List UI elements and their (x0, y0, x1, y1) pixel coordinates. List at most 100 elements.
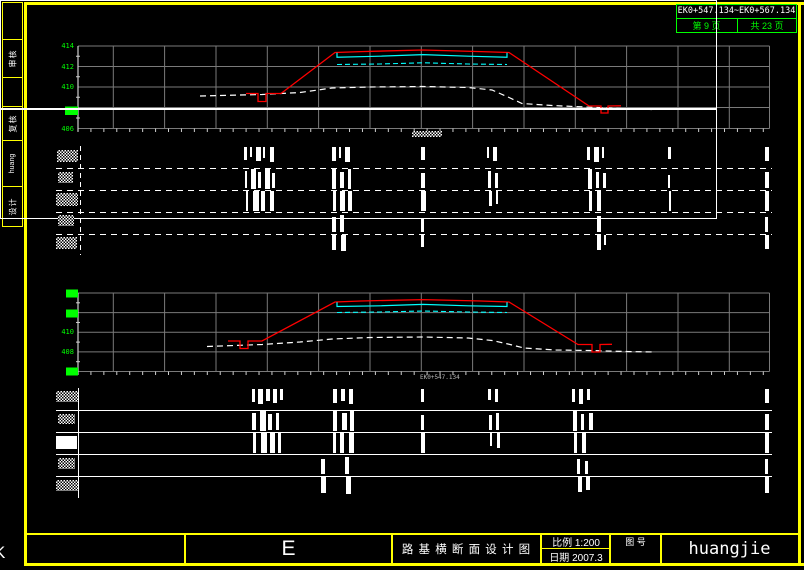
table-value-mark (332, 169, 336, 189)
table-value-mark (488, 171, 491, 189)
table-value-mark (421, 389, 424, 402)
table-value-mark (597, 235, 601, 251)
table-value-mark (332, 217, 336, 233)
table-row-separator (56, 212, 773, 213)
table-value-mark (574, 433, 577, 453)
table-value-mark (253, 191, 259, 211)
table-value-mark (586, 477, 590, 490)
table-value-mark (333, 191, 336, 211)
table-value-mark (597, 191, 601, 211)
table-value-mark (585, 461, 588, 474)
table-value-mark (765, 172, 769, 189)
table-value-mark (765, 433, 769, 453)
table-value-mark (250, 147, 252, 157)
table-value-mark (244, 147, 247, 160)
cad-drawing-page: 审核 复核 huang 设计 EK0+547.134~EK0+567.134 第… (0, 0, 804, 570)
table-value-mark (339, 147, 341, 158)
table-value-mark (589, 191, 592, 211)
table-value-mark (345, 457, 349, 475)
table-value-mark (579, 389, 583, 405)
table-value-mark (245, 171, 247, 189)
table-value-mark (490, 433, 492, 446)
table-value-mark (265, 169, 270, 189)
table-row-label (56, 480, 78, 491)
table-border-section-data-lower (0, 109, 717, 219)
table-row-separator (56, 234, 773, 235)
table-value-mark (350, 411, 354, 431)
table-row-label (56, 193, 78, 206)
table-value-mark (270, 147, 274, 163)
table-value-mark (577, 459, 580, 475)
table-value-mark (253, 433, 256, 453)
table-value-mark (252, 389, 255, 402)
table-value-mark (765, 477, 769, 494)
table-value-mark (604, 235, 606, 246)
table-value-mark (597, 216, 601, 233)
table-value-mark (256, 147, 261, 162)
table-value-mark (489, 191, 492, 207)
table-value-mark (261, 433, 267, 453)
table-value-mark (321, 477, 326, 494)
table-value-mark (258, 389, 263, 405)
table-value-mark (270, 191, 274, 211)
table-value-mark (349, 389, 353, 405)
table-value-mark (497, 433, 500, 449)
table-value-mark (332, 235, 336, 251)
table-value-mark (594, 147, 599, 163)
table-value-mark (258, 172, 261, 189)
table-value-mark (270, 433, 275, 453)
table-value-mark (280, 389, 283, 400)
table-value-mark (596, 172, 599, 189)
table-value-mark (421, 433, 425, 453)
table-value-mark (348, 191, 352, 211)
table-value-mark (340, 215, 344, 233)
table-value-mark (421, 147, 425, 160)
table-row-label (58, 215, 74, 226)
table-value-mark (495, 173, 498, 189)
table-value-mark (489, 415, 492, 431)
table-value-mark (421, 219, 424, 232)
table-value-mark (276, 413, 279, 431)
table-value-mark (495, 389, 498, 402)
table-value-mark (589, 413, 593, 431)
table-value-mark (573, 411, 577, 431)
table-value-mark (348, 169, 351, 189)
table-value-mark (252, 413, 256, 431)
table-value-mark (496, 413, 499, 431)
table-value-mark (587, 147, 590, 160)
table-value-mark (421, 415, 424, 431)
table-value-mark (340, 191, 345, 211)
signature: huangjie (662, 534, 797, 563)
table-value-mark (582, 433, 586, 453)
table-value-mark (765, 217, 768, 233)
table-value-mark (273, 389, 277, 404)
table-value-mark (260, 411, 266, 431)
table-value-mark (346, 477, 351, 495)
table-value-mark (266, 389, 270, 401)
table-value-mark (668, 147, 671, 159)
table-value-mark (349, 433, 354, 453)
table-value-mark (333, 389, 337, 404)
table-value-mark (340, 172, 344, 189)
table-row-label (57, 150, 78, 162)
table-value-mark (493, 147, 497, 162)
table-value-mark (421, 173, 425, 189)
table-value-mark (321, 459, 325, 475)
table-value-mark (421, 235, 424, 248)
table-row-label (58, 458, 75, 469)
table-row-separator (56, 410, 773, 411)
table-value-mark (765, 191, 769, 211)
series-letter: E (186, 534, 391, 563)
table-value-mark (765, 459, 768, 475)
table-value-mark (341, 389, 345, 401)
table-value-mark (332, 147, 336, 162)
table-value-mark (488, 389, 491, 400)
table-value-mark (421, 191, 426, 211)
date-text: 日期 2007.3 (543, 549, 609, 563)
corner-glyph: K (0, 543, 5, 563)
table-value-mark (251, 169, 256, 189)
table-value-mark (333, 411, 337, 431)
table-value-mark (342, 413, 347, 431)
table-value-mark (333, 433, 336, 453)
table-value-mark (261, 191, 265, 211)
